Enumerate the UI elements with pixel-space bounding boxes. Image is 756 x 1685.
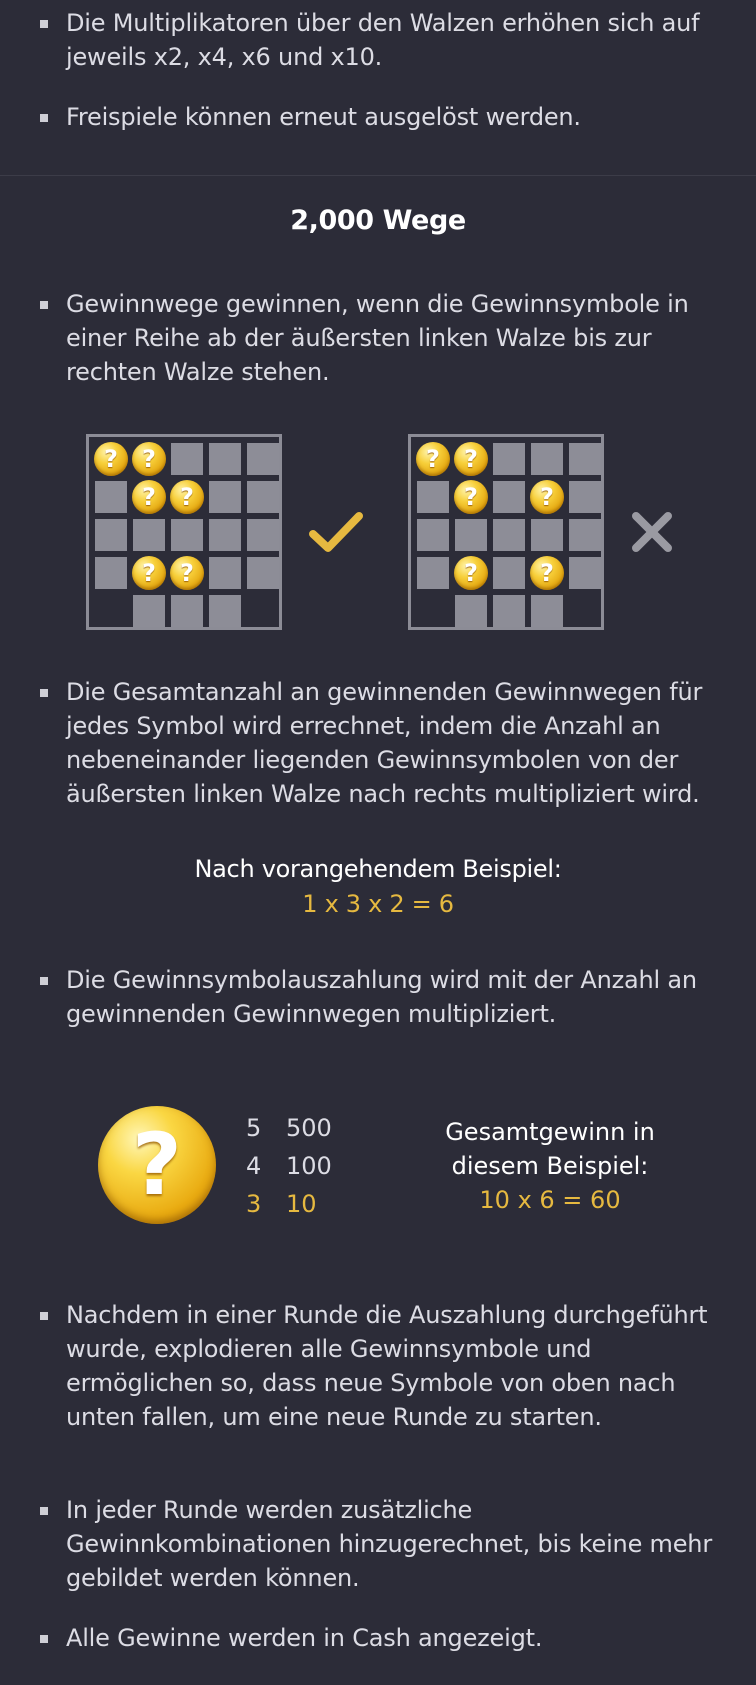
reel-grid-valid-example: ??????: [86, 434, 282, 630]
bullet-marker: [40, 1635, 48, 1643]
total-win-label: Gesamtgewinn in: [445, 1118, 655, 1146]
total-win-example: Gesamtgewinn in diesem Beispiel: 10 x 6 …: [410, 1115, 690, 1217]
reel-cell: [171, 443, 203, 475]
reel-cell: [133, 519, 165, 551]
list-item: Alle Gewinne werden in Cash angezeigt.: [40, 1621, 720, 1655]
reel-cell: [531, 519, 563, 551]
total-win-formula: 10 x 6 = 60: [479, 1186, 621, 1214]
bullet-text: Nachdem in einer Runde die Auszahlung du…: [66, 1301, 708, 1431]
reel-cell: [133, 595, 165, 627]
paytable-row-highlighted: 3 10: [246, 1185, 332, 1223]
cross-icon: [632, 512, 672, 552]
reel-cell: [455, 519, 487, 551]
paytable-count: 5: [246, 1114, 262, 1142]
bullet-marker: [40, 20, 48, 28]
mystery-symbol-icon: ?: [170, 556, 204, 590]
reel-cell: [247, 557, 279, 589]
list-item: Die Gesamtanzahl an gewinnenden Gewinnwe…: [40, 675, 720, 811]
reel-cell: [95, 519, 127, 551]
reel-cell: [95, 557, 127, 589]
bullet-marker: [40, 114, 48, 122]
mystery-symbol-icon: ?: [530, 480, 564, 514]
list-item: Freispiele können erneut ausgelöst werde…: [40, 100, 720, 134]
reel-cell: [569, 519, 601, 551]
bullet-text: Freispiele können erneut ausgelöst werde…: [66, 103, 581, 131]
mystery-symbol-icon: ?: [132, 480, 166, 514]
reel-cell: [531, 595, 563, 627]
bullet-text: Die Gewinnsymbolauszahlung wird mit der …: [66, 966, 697, 1028]
mystery-symbol-icon: ?: [454, 480, 488, 514]
reel-cell: [417, 519, 449, 551]
bullet-marker: [40, 1312, 48, 1320]
bullet-marker: [40, 301, 48, 309]
bullet-marker: [40, 977, 48, 985]
reel-cell: [493, 557, 525, 589]
reel-cell: [171, 519, 203, 551]
section-divider: [0, 175, 756, 176]
list-item: Die Gewinnsymbolauszahlung wird mit der …: [40, 963, 720, 1031]
total-win-label: diesem Beispiel:: [451, 1152, 649, 1180]
bullet-marker: [40, 689, 48, 697]
reel-cell: [209, 481, 241, 513]
reel-cell: [417, 557, 449, 589]
reel-cell: [171, 595, 203, 627]
reel-cell: [493, 443, 525, 475]
paytable-payout: 10: [286, 1190, 317, 1218]
mystery-symbol-icon: ?: [98, 1106, 216, 1224]
mystery-symbol-icon: ?: [170, 480, 204, 514]
mystery-symbol-icon: ?: [94, 442, 128, 476]
paytable-count: 4: [246, 1152, 262, 1180]
bullet-marker: [40, 1507, 48, 1515]
reel-cell: [247, 443, 279, 475]
paytable-row: 5 500: [246, 1109, 332, 1147]
mystery-symbol-icon: ?: [132, 556, 166, 590]
section-title: 2,000 Wege: [290, 205, 466, 236]
example-label: Nach vorangehendem Beispiel:: [194, 855, 562, 883]
paytable-row: 4 100: [246, 1147, 332, 1185]
reel-cell: [95, 481, 127, 513]
list-item: Nachdem in einer Runde die Auszahlung du…: [40, 1298, 720, 1434]
bullet-text: Alle Gewinne werden in Cash angezeigt.: [66, 1624, 543, 1652]
bullet-text: Die Gesamtanzahl an gewinnenden Gewinnwe…: [66, 678, 703, 808]
reel-cell: [569, 443, 601, 475]
reel-cell: [209, 595, 241, 627]
paytable-payout: 500: [286, 1114, 332, 1142]
bullet-text: Gewinnwege gewinnen, wenn die Gewinnsymb…: [66, 290, 689, 386]
mystery-symbol-icon: ?: [416, 442, 450, 476]
reel-cell: [493, 519, 525, 551]
reel-cell: [209, 519, 241, 551]
reel-cell: [569, 481, 601, 513]
list-item: Gewinnwege gewinnen, wenn die Gewinnsymb…: [40, 287, 720, 389]
mystery-symbol-icon: ?: [132, 442, 166, 476]
reel-grid-invalid-example: ??????: [408, 434, 604, 630]
bullet-text: Die Multiplikatoren über den Walzen erhö…: [66, 9, 700, 71]
reel-cell: [417, 481, 449, 513]
check-icon: [309, 512, 363, 552]
paytable-count: 3: [246, 1190, 262, 1218]
reel-cell: [455, 595, 487, 627]
reel-cell: [531, 443, 563, 475]
mystery-symbol-icon: ?: [454, 442, 488, 476]
reel-cell: [247, 481, 279, 513]
mystery-symbol-icon: ?: [454, 556, 488, 590]
reel-cell: [209, 557, 241, 589]
mystery-symbol-icon: ?: [530, 556, 564, 590]
example-formula: 1 x 3 x 2 = 6: [302, 890, 454, 918]
reel-cell: [569, 557, 601, 589]
list-item: Die Multiplikatoren über den Walzen erhö…: [40, 6, 720, 74]
reel-cell: [247, 519, 279, 551]
reel-cell: [493, 481, 525, 513]
list-item: In jeder Runde werden zusätzliche Gewinn…: [40, 1493, 720, 1595]
bullet-text: In jeder Runde werden zusätzliche Gewinn…: [66, 1496, 712, 1592]
reel-cell: [493, 595, 525, 627]
paytable-payout: 100: [286, 1152, 332, 1180]
reel-cell: [209, 443, 241, 475]
paytable: 5 500 4 100 3 10: [246, 1109, 332, 1223]
